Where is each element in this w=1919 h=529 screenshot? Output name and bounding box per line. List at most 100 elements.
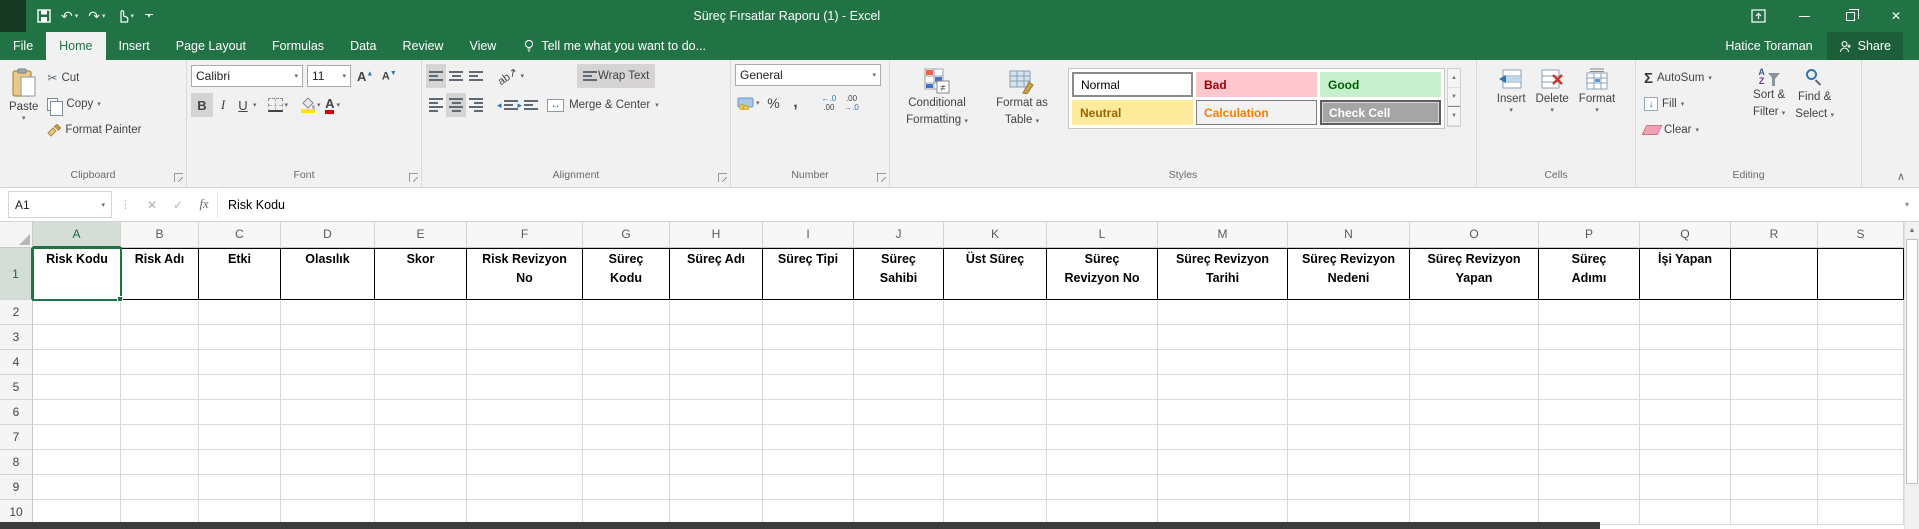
cell-K5[interactable] xyxy=(944,375,1047,400)
column-header-E[interactable]: E xyxy=(375,222,467,248)
cell-J9[interactable] xyxy=(854,475,944,500)
orientation-button[interactable]: ab↗▾ xyxy=(495,64,526,88)
fill-handle[interactable] xyxy=(117,296,123,302)
scroll-up-icon[interactable]: ▲ xyxy=(1905,222,1919,239)
cell-S4[interactable] xyxy=(1818,350,1904,375)
copy-button[interactable]: Copy ▾ xyxy=(43,92,145,116)
cell-O3[interactable] xyxy=(1410,325,1539,350)
cell-Q9[interactable] xyxy=(1640,475,1731,500)
cell-J3[interactable] xyxy=(854,325,944,350)
conditional-formatting-button[interactable]: ≠ Conditional Formatting ▾ xyxy=(894,64,980,166)
cell-L3[interactable] xyxy=(1047,325,1158,350)
cell-S5[interactable] xyxy=(1818,375,1904,400)
column-header-R[interactable]: R xyxy=(1731,222,1818,248)
cell-K8[interactable] xyxy=(944,450,1047,475)
user-name[interactable]: Hatice Toraman xyxy=(1711,32,1826,60)
cell-I2[interactable] xyxy=(763,300,854,325)
wrap-text-button[interactable]: Wrap Text xyxy=(577,64,655,88)
cell-L7[interactable] xyxy=(1047,425,1158,450)
cell-M9[interactable] xyxy=(1158,475,1288,500)
tab-view[interactable]: View xyxy=(456,32,509,60)
cell-A4[interactable] xyxy=(33,350,121,375)
cell-Q8[interactable] xyxy=(1640,450,1731,475)
cell-R7[interactable] xyxy=(1731,425,1818,450)
cell-G9[interactable] xyxy=(583,475,670,500)
cell-M4[interactable] xyxy=(1158,350,1288,375)
cell-O2[interactable] xyxy=(1410,300,1539,325)
cell-H9[interactable] xyxy=(670,475,763,500)
cell-P7[interactable] xyxy=(1539,425,1640,450)
cell-M6[interactable] xyxy=(1158,400,1288,425)
cell-C2[interactable] xyxy=(199,300,281,325)
cell-O1[interactable]: Süreç Revizyon Yapan xyxy=(1410,248,1539,300)
cell-G4[interactable] xyxy=(583,350,670,375)
cell-P9[interactable] xyxy=(1539,475,1640,500)
cell-A8[interactable] xyxy=(33,450,121,475)
cell-R1[interactable] xyxy=(1731,248,1818,300)
cell-N2[interactable] xyxy=(1288,300,1410,325)
cell-L2[interactable] xyxy=(1047,300,1158,325)
cell-E8[interactable] xyxy=(375,450,467,475)
cell-B2[interactable] xyxy=(121,300,199,325)
cell-I8[interactable] xyxy=(763,450,854,475)
cell-B5[interactable] xyxy=(121,375,199,400)
cell-O9[interactable] xyxy=(1410,475,1539,500)
cell-J7[interactable] xyxy=(854,425,944,450)
align-left-button[interactable] xyxy=(426,93,446,117)
cell-F7[interactable] xyxy=(467,425,583,450)
cell-J1[interactable]: Süreç Sahibi xyxy=(854,248,944,300)
column-header-I[interactable]: I xyxy=(763,222,854,248)
row-header-7[interactable]: 7 xyxy=(0,425,33,450)
tab-review[interactable]: Review xyxy=(389,32,456,60)
cell-F2[interactable] xyxy=(467,300,583,325)
style-calculation[interactable]: Calculation xyxy=(1196,100,1317,125)
cell-G1[interactable]: Süreç Kodu xyxy=(583,248,670,300)
percent-style-button[interactable]: % xyxy=(764,91,784,115)
cell-M1[interactable]: Süreç Revizyon Tarihi xyxy=(1158,248,1288,300)
column-header-M[interactable]: M xyxy=(1158,222,1288,248)
top-align-button[interactable] xyxy=(426,64,446,88)
cell-B3[interactable] xyxy=(121,325,199,350)
cell-J4[interactable] xyxy=(854,350,944,375)
cell-R4[interactable] xyxy=(1731,350,1818,375)
cell-F9[interactable] xyxy=(467,475,583,500)
cell-E5[interactable] xyxy=(375,375,467,400)
row-header-5[interactable]: 5 xyxy=(0,375,33,400)
cell-E3[interactable] xyxy=(375,325,467,350)
vertical-scrollbar[interactable]: ▲ xyxy=(1904,222,1919,529)
cell-O4[interactable] xyxy=(1410,350,1539,375)
number-format-select[interactable]: General▾ xyxy=(735,64,881,86)
cell-N5[interactable] xyxy=(1288,375,1410,400)
scrollbar-thumb[interactable] xyxy=(1906,239,1918,484)
column-header-A[interactable]: A xyxy=(33,222,121,248)
row-header-8[interactable]: 8 xyxy=(0,450,33,475)
autosum-button[interactable]: Σ AutoSum ▾ xyxy=(1640,66,1748,90)
cell-O7[interactable] xyxy=(1410,425,1539,450)
cell-H2[interactable] xyxy=(670,300,763,325)
column-header-H[interactable]: H xyxy=(670,222,763,248)
column-header-F[interactable]: F xyxy=(467,222,583,248)
share-button[interactable]: Share xyxy=(1827,32,1903,60)
column-header-K[interactable]: K xyxy=(944,222,1047,248)
tab-home[interactable]: Home xyxy=(46,32,105,60)
cell-G8[interactable] xyxy=(583,450,670,475)
cell-E4[interactable] xyxy=(375,350,467,375)
cell-N6[interactable] xyxy=(1288,400,1410,425)
cell-B6[interactable] xyxy=(121,400,199,425)
cell-I5[interactable] xyxy=(763,375,854,400)
cell-C8[interactable] xyxy=(199,450,281,475)
cut-button[interactable]: ✂ Cut xyxy=(43,66,145,90)
cell-I9[interactable] xyxy=(763,475,854,500)
close-button[interactable]: ✕ xyxy=(1873,0,1919,32)
cell-N9[interactable] xyxy=(1288,475,1410,500)
cell-H7[interactable] xyxy=(670,425,763,450)
merge-center-button[interactable]: ↔ Merge & Center ▾ xyxy=(545,93,661,117)
ribbon-display-options-button[interactable] xyxy=(1735,0,1781,32)
cell-K6[interactable] xyxy=(944,400,1047,425)
cell-J6[interactable] xyxy=(854,400,944,425)
cell-G3[interactable] xyxy=(583,325,670,350)
cell-F3[interactable] xyxy=(467,325,583,350)
decrease-font-size-button[interactable]: A▼ xyxy=(379,64,399,88)
cell-J5[interactable] xyxy=(854,375,944,400)
cell-M8[interactable] xyxy=(1158,450,1288,475)
